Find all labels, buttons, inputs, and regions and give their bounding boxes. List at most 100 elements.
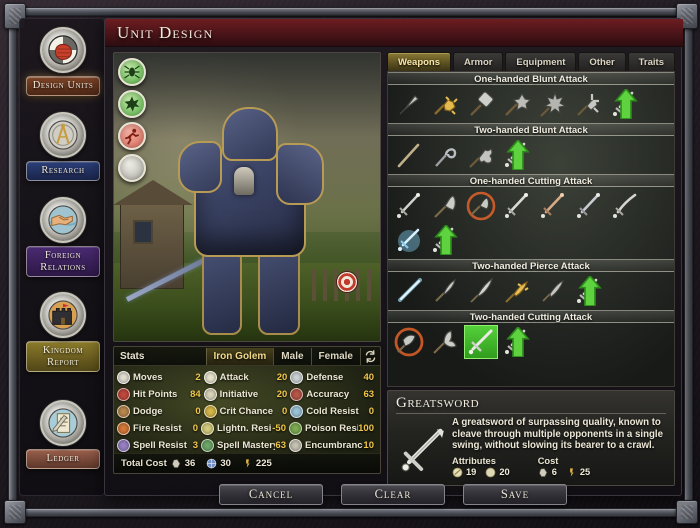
weapon-slot-flail[interactable] [536, 87, 570, 121]
category-header: Two-handed Pierce Attack [388, 259, 674, 272]
weapon-slot-saber[interactable] [608, 189, 642, 223]
weapon-slot-ice-spear[interactable] [392, 274, 426, 308]
unit-name-field[interactable]: Iron Golem [205, 347, 274, 365]
stat-row: Spell Resist 3 Spell Mastery 63 Encumbranc… [117, 437, 377, 454]
weapon-slot-upgrade[interactable] [428, 223, 462, 257]
attack-icon [452, 467, 463, 478]
category-items [388, 323, 674, 361]
gender-female-button[interactable]: Female [310, 347, 360, 365]
spellresist-icon [117, 439, 130, 452]
weapon-slot-upgrade[interactable] [500, 138, 534, 172]
weapon-slot-lance[interactable] [536, 274, 570, 308]
weapon-slot-staff[interactable] [392, 138, 426, 172]
total-cost-value: 225 [255, 458, 272, 469]
category-items [388, 136, 674, 174]
randomize-icon[interactable] [360, 347, 380, 365]
stat-label: Spell Mastery [217, 440, 276, 451]
stat-attack: Attack 20 [203, 369, 291, 386]
weapon-slot-upgrade[interactable] [608, 87, 642, 121]
burst-trait-icon[interactable] [118, 90, 146, 118]
stat-defense: Defense 40 [290, 369, 377, 386]
moves-icon [117, 371, 130, 384]
weapon-slot-ice-sword[interactable] [392, 223, 426, 257]
weapon-slot-fire-greataxe[interactable] [392, 325, 426, 359]
weight-icon [485, 467, 496, 478]
stat-value: 3 [192, 440, 198, 451]
stat-label: Cold Resist [306, 406, 359, 417]
gender-male-button[interactable]: Male [273, 347, 310, 365]
stat-moves: Moves 2 [117, 369, 204, 386]
weapon-slot-shortsword[interactable] [392, 189, 426, 223]
handshake-icon [40, 197, 86, 243]
weapon-slot-greatsword[interactable] [464, 325, 498, 359]
attribute-value: 20 [499, 467, 510, 478]
frame-bar-right [684, 22, 693, 508]
sidebar-item-foreign-relations[interactable]: Foreign Relations [20, 197, 106, 277]
weapon-slot-morningstar[interactable] [500, 87, 534, 121]
tab-armor[interactable]: Armor [452, 52, 504, 71]
sidebar-item-design-units[interactable]: Design Units [20, 27, 106, 96]
sidebar-item-label: Research [26, 161, 100, 181]
weapon-slot-pike[interactable] [464, 274, 498, 308]
stat-label: Attack [219, 372, 249, 383]
category-header: One-handed Blunt Attack [388, 72, 674, 85]
weapon-slot-spear[interactable] [428, 274, 462, 308]
save-button[interactable]: Save [463, 484, 567, 505]
tab-equipment[interactable]: Equipment [505, 52, 577, 71]
weapon-slot-upgrade[interactable] [500, 325, 534, 359]
empty-trait-icon[interactable] [118, 154, 146, 182]
weapon-slot-gold-spear[interactable] [500, 274, 534, 308]
sidebar-item-kingdom-report[interactable]: Kingdom Report [20, 292, 106, 372]
weapon-slot-upgrade[interactable] [572, 274, 606, 308]
weapon-slot-hammer[interactable] [464, 87, 498, 121]
weapon-slot-mace[interactable] [572, 87, 606, 121]
stat-cold-resist: Cold Resist 0 [290, 403, 377, 420]
weapon-slot-crook[interactable] [428, 138, 462, 172]
stat-poison-resist: Poison Resist100 [289, 420, 377, 437]
upgrade-arrow-icon [506, 140, 530, 170]
spider-trait-icon[interactable] [118, 58, 146, 86]
item-description-text: A greatsword of surpassing quality, know… [452, 417, 663, 452]
running-trait-icon[interactable] [118, 122, 146, 150]
tab-weapons[interactable]: Weapons [387, 52, 451, 71]
stat-value: 84 [190, 389, 201, 400]
weapon-slot-gold-mace[interactable] [428, 87, 462, 121]
unit-portrait[interactable] [113, 52, 381, 342]
upgrade-arrow-icon [506, 327, 530, 357]
stat-row: Dodge 0 Crit Chance 0 Cold Resist 0 [117, 403, 377, 420]
main-window: Unit Design Stats Iron Golem Male Female… [104, 18, 683, 496]
weapon-slot-maul[interactable] [464, 138, 498, 172]
category-items [388, 85, 674, 123]
cancel-button[interactable]: Cancel [219, 484, 323, 505]
weapon-slot-greataxe[interactable] [428, 325, 462, 359]
stat-row: Fire Resist 0 Lightn. Resist-50 Poison Re… [117, 420, 377, 437]
item-title: Greatsword [396, 395, 480, 411]
weapon-slot-copper-sword[interactable] [536, 189, 570, 223]
hitpoints-icon [117, 388, 130, 401]
sidebar-item-research[interactable]: Research [20, 112, 106, 181]
golem-emblem [234, 167, 254, 195]
stat-value: -50 [272, 423, 286, 434]
weapon-slot-club[interactable] [392, 87, 426, 121]
golem-shoulder-left [178, 141, 222, 193]
trait-badge-list [118, 58, 148, 186]
dodge-icon [117, 405, 130, 418]
weapon-slot-steel-sword[interactable] [572, 189, 606, 223]
cost-value: 6 [551, 467, 557, 478]
stat-label: Fire Resist [133, 423, 182, 434]
frame-bar-left [8, 22, 17, 508]
category-items [388, 187, 674, 259]
weapon-slot-axe[interactable] [428, 189, 462, 223]
tab-traits[interactable]: Traits [627, 52, 675, 71]
tab-other[interactable]: Other [578, 52, 626, 71]
greatsword-icon [394, 417, 452, 483]
weapon-slot-fire-axe[interactable] [464, 189, 498, 223]
attribute-weight: 20 [485, 467, 510, 478]
weapon-slot-longsword[interactable] [500, 189, 534, 223]
frame-bar-top [22, 7, 682, 16]
clear-button[interactable]: Clear [341, 484, 445, 505]
sidebar-item-ledger[interactable]: Ledger [20, 400, 106, 469]
game-window-root: Design Units Research Foreign Relations … [0, 0, 700, 528]
stat-value: 40 [363, 372, 375, 383]
total-cost-value: 36 [184, 458, 196, 469]
